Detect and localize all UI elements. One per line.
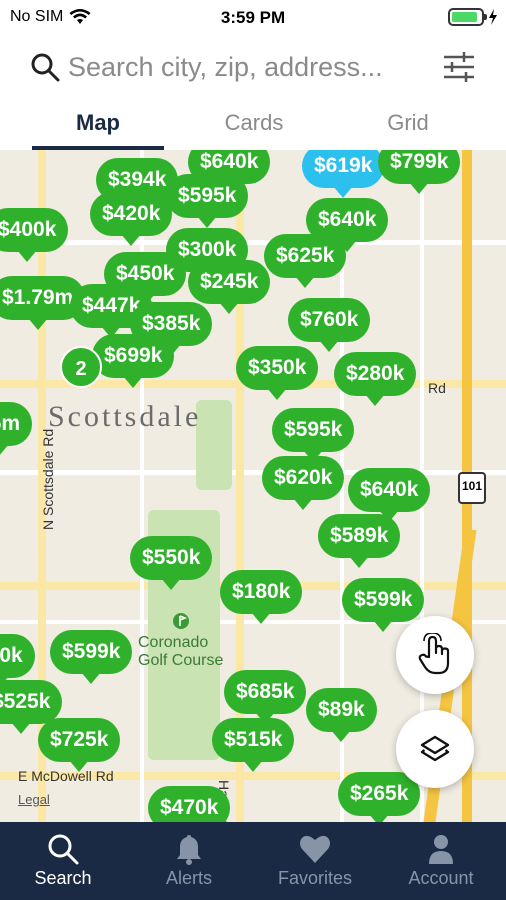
price-pin[interactable]: $599k [50,630,133,684]
price-pin[interactable]: $180k [220,570,303,624]
hand-pointer-icon [418,633,450,675]
price-pin[interactable]: $89k [306,688,377,742]
nav-search[interactable]: Search [0,822,126,900]
draw-search-button[interactable] [396,616,474,694]
search-icon [31,53,60,82]
price-pin[interactable]: $595k [272,408,355,462]
map-view[interactable]: Scottsdale N Scottsdale Rd E McDowell Rd… [0,150,506,822]
price-pin[interactable]: $280k [334,352,417,406]
golf-icon [173,613,189,629]
nav-search-label: Search [34,868,92,888]
price-pin[interactable]: $525k [0,680,63,734]
cluster-marker[interactable]: 2 [60,346,102,388]
nav-alerts-label: Alerts [165,868,212,888]
price-pin[interactable]: $799k [378,150,461,194]
map-road [0,470,506,475]
bell-icon [177,835,201,865]
nav-account-label: Account [408,868,474,888]
person-icon [429,835,453,864]
park-name: Coronado Golf Course [138,634,224,669]
status-right [448,8,498,26]
price-pin[interactable]: $685k [224,670,307,724]
price-pin[interactable]: $350k [236,346,319,400]
price-pin[interactable]: $625k [264,234,347,288]
street-label-rd: Rd [428,380,446,396]
search-input[interactable] [68,48,428,86]
price-pin[interactable]: $599k [342,578,425,632]
street-label-scottsdale-rd: N Scottsdale Rd [40,428,56,530]
price-pin[interactable]: $245k [188,260,271,314]
nav-alerts[interactable]: Alerts [126,822,252,900]
price-pin[interactable]: $725k [38,718,121,772]
filter-sliders-icon[interactable] [440,48,478,86]
search-row [0,40,506,94]
price-pin[interactable]: $620k [262,456,345,510]
highway-shield: 101 [458,472,486,504]
price-pin[interactable]: $589k [318,514,401,568]
status-bar: No SIM 3:59 PM [0,0,506,34]
nav-favorites-label: Favorites [277,868,353,888]
park-area [196,400,232,490]
price-pin[interactable]: $640k [348,468,431,522]
map-road [0,240,506,245]
battery-level [452,12,478,22]
price-pin[interactable]: $760k [288,298,371,352]
charging-icon [489,9,497,25]
price-pin[interactable]: $550k [130,536,213,590]
tab-cards[interactable]: Cards [188,110,320,150]
city-label: Scottsdale [48,400,202,433]
battery-icon [448,8,487,26]
nav-account[interactable]: Account [378,822,504,900]
layers-icon [420,735,450,762]
map-layers-button[interactable] [396,710,474,788]
bottom-tab-bar: Search Alerts Favorites Account [0,822,506,900]
street-label-mcdowell: E McDowell Rd [18,768,114,784]
map-road [140,150,144,822]
price-pin[interactable]: $470k [148,786,231,822]
price-pin[interactable]: $420k [90,192,173,246]
price-pin[interactable]: $400k [0,208,69,262]
tab-map[interactable]: Map [32,110,164,150]
price-pin[interactable]: $595k [166,174,249,228]
view-tabs: Map Cards Grid [0,104,506,150]
price-pin[interactable]: $699k [92,334,175,388]
search-icon [48,834,79,865]
legal-link[interactable]: Legal [18,792,50,807]
price-pin[interactable]: $619k [302,150,385,198]
price-pin[interactable]: $515k [212,718,295,772]
price-pin[interactable]: $5m [0,402,33,456]
price-pin[interactable]: $60k [0,634,35,688]
price-pin[interactable]: $265k [338,772,421,822]
tab-grid[interactable]: Grid [342,110,474,150]
nav-favorites[interactable]: Favorites [252,822,378,900]
park-label: Coronado Golf Course [138,613,224,670]
status-time: 3:59 PM [220,8,286,27]
heart-icon [300,835,330,863]
